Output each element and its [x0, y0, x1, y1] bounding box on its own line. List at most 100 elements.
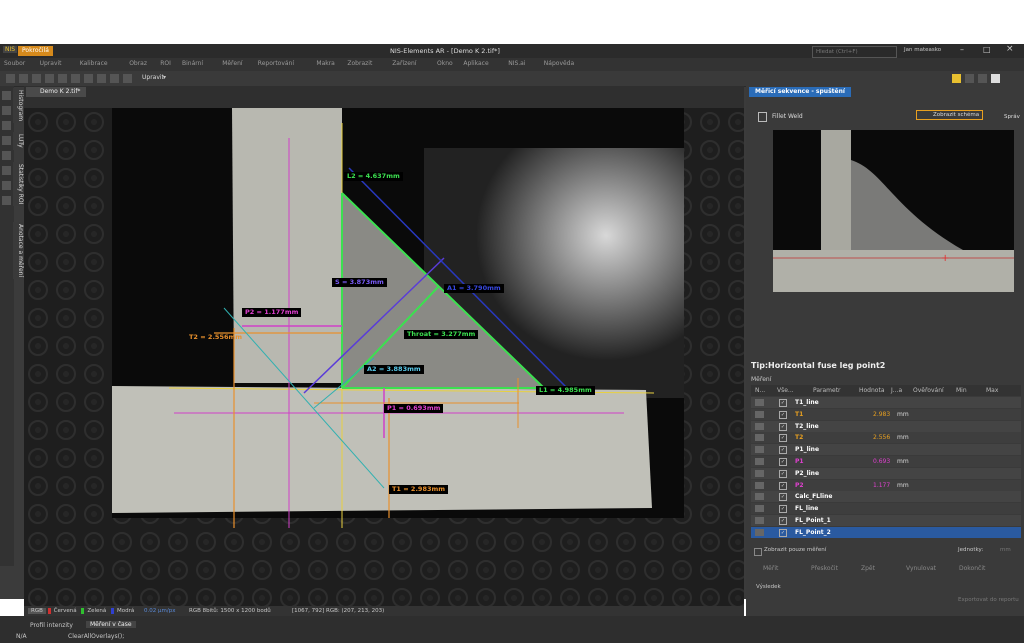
col-param[interactable]: Parametr	[813, 385, 841, 396]
table-row[interactable]: ✓ T1 2.983 mm	[751, 408, 1021, 420]
image-canvas[interactable]: L2 = 4.637mm S = 3.873mm A1 = 3.790mm P2…	[24, 108, 744, 606]
col-n[interactable]: N...	[755, 385, 765, 396]
tab-histogram[interactable]: Histogram	[13, 88, 24, 124]
menu-item[interactable]: Makra	[316, 60, 334, 67]
profile-dropdown[interactable]: Fillet Weld	[772, 113, 803, 120]
manage-button[interactable]: Správ	[1004, 114, 1020, 120]
tab-intensity-profile[interactable]: Profil intenzity	[30, 622, 73, 629]
search-input[interactable]: Hledat (Ctrl+F)	[812, 46, 897, 58]
menu-item[interactable]: Reportování	[258, 60, 294, 67]
measure-label-p1: P1 = 0.693mm	[384, 404, 444, 413]
col-value[interactable]: Hodnota	[859, 385, 885, 396]
reset-button[interactable]: Vynulovat	[906, 565, 936, 572]
image-status-bar: RGB Červená Zelená Modrá 0.02 µm/px RGB …	[24, 606, 744, 616]
skip-button[interactable]: Přeskočit	[811, 565, 838, 572]
tab-luts[interactable]: LUTy	[13, 132, 24, 150]
menu-item[interactable]: Binární	[182, 60, 203, 67]
row-value: 1.177	[873, 481, 891, 489]
minimize-icon[interactable]: –	[960, 45, 964, 54]
table-row[interactable]: ✓ P2_line	[751, 467, 1021, 479]
menu-item[interactable]: Aplikace	[463, 60, 488, 67]
col-max[interactable]: Max	[986, 385, 998, 396]
row-param: Calc_FLline	[795, 493, 833, 501]
table-row[interactable]: ✓ FL_Point_2	[751, 526, 1021, 538]
row-checkbox[interactable]: ✓	[779, 446, 787, 455]
row-checkbox[interactable]: ✓	[779, 517, 787, 525]
row-checkbox[interactable]: ✓	[779, 505, 787, 514]
svg-text:+: +	[941, 253, 949, 264]
title-bar: NIS Pokročilá NIS-Elements AR - [Demo K …	[0, 44, 1024, 58]
table-row[interactable]: ✓ FL_Point_1	[751, 515, 1021, 526]
show-schema-button[interactable]: Zobrazit schéma	[916, 110, 984, 120]
weld-image[interactable]	[24, 108, 744, 606]
toolbar-right-icons[interactable]	[950, 74, 1002, 83]
row-checkbox[interactable]: ✓	[779, 493, 787, 502]
measure-button[interactable]: Měřit	[763, 565, 778, 572]
only-measure-label: Zobrazit pouze měření	[764, 547, 827, 553]
channel-tabs[interactable]: RGB Červená Zelená Modrá	[28, 606, 138, 616]
menu-item[interactable]: Upravit	[40, 60, 62, 67]
row-checkbox[interactable]: ✓	[779, 422, 787, 431]
row-checkbox[interactable]: ✓	[779, 399, 787, 407]
measurement-sequence-panel: Měřicí sekvence - spuštění Fillet Weld Z…	[746, 86, 1024, 616]
menu-item[interactable]: Zobrazit	[347, 60, 372, 67]
document-tab[interactable]: Demo K 2.tif*	[26, 87, 87, 97]
table-row[interactable]: ✓ P1_line	[751, 444, 1021, 456]
menu-item[interactable]: NIS.ai	[508, 60, 525, 67]
row-checkbox[interactable]: ✓	[779, 434, 787, 443]
channel-blue[interactable]: Modrá	[111, 608, 138, 614]
tab-roi-stats[interactable]: Statistiky ROI	[13, 162, 24, 207]
export-report-button[interactable]: Exportovat do reportu	[958, 597, 1019, 603]
tab-measurement-sequence[interactable]: Měřicí sekvence - spuštění	[749, 87, 851, 97]
menu-item[interactable]: Obraz	[129, 60, 147, 67]
edit-dropdown[interactable]: Upravit	[142, 74, 164, 81]
row-checkbox[interactable]: ✓	[779, 528, 787, 537]
row-type-icon	[755, 410, 764, 418]
measure-label-a1: A1 = 3.790mm	[444, 284, 504, 293]
finish-button[interactable]: Dokončit	[959, 565, 985, 572]
measure-label-p2: P2 = 1.177mm	[242, 308, 302, 317]
schema-preview: +	[773, 130, 1014, 292]
channel-red[interactable]: Červená	[47, 608, 80, 614]
toolbar-icons[interactable]	[4, 74, 134, 83]
col-unit[interactable]: J...a	[891, 385, 902, 396]
col-all[interactable]: Vše...	[777, 385, 794, 396]
channel-green[interactable]: Zelená	[81, 608, 110, 614]
table-row[interactable]: ✓ P1 0.693 mm	[751, 456, 1021, 467]
left-tools[interactable]	[2, 88, 12, 208]
menu-item[interactable]: Kalibrace	[80, 60, 108, 67]
row-checkbox[interactable]: ✓	[779, 410, 787, 419]
col-verify[interactable]: Ověřování	[913, 385, 944, 396]
table-row[interactable]: ✓ T2 2.556 mm	[751, 432, 1021, 444]
action-bar: Měřit Přeskočit Zpět Vynulovat Dokončit	[751, 562, 1021, 576]
tab-annotations[interactable]: Anotace a měření	[13, 222, 24, 280]
col-min[interactable]: Min	[956, 385, 967, 396]
channel-rgb[interactable]: RGB	[28, 608, 46, 614]
menu-item[interactable]: Nápověda	[544, 60, 574, 67]
menu-item[interactable]: Soubor	[4, 60, 25, 67]
menu-item[interactable]: ROI	[160, 60, 171, 67]
row-checkbox[interactable]: ✓	[779, 458, 787, 466]
table-row[interactable]: ✓ P2 1.177 mm	[751, 479, 1021, 491]
table-row[interactable]: ✓ FL_line	[751, 503, 1021, 515]
table-row[interactable]: ✓ T2_line	[751, 420, 1021, 432]
back-button[interactable]: Zpět	[861, 565, 875, 572]
menu-item[interactable]: Okno	[437, 60, 453, 67]
app-logo: NIS	[3, 46, 18, 53]
menu-bar: Soubor Upravit Kalibrace Obraz ROI Binární Měř…	[0, 58, 1024, 71]
mode-button[interactable]: Pokročilá	[18, 46, 53, 56]
menu-item[interactable]: Měření	[222, 60, 242, 67]
only-measure-checkbox[interactable]	[754, 548, 762, 556]
row-checkbox[interactable]: ✓	[779, 469, 787, 478]
menu-item[interactable]: Zařízení	[392, 60, 416, 67]
units-select[interactable]: mm	[1000, 547, 1011, 553]
maximize-icon[interactable]: □	[983, 45, 991, 54]
command-input[interactable]: ClearAllOverlays();	[68, 633, 124, 640]
table-row[interactable]: ✓ Calc_FLline	[751, 491, 1021, 503]
table-row[interactable]: ✓ T1_line	[751, 397, 1021, 408]
row-type-icon	[755, 481, 764, 489]
tab-measure-time[interactable]: Měření v čase	[86, 621, 136, 628]
row-param: FL_Point_2	[795, 528, 831, 536]
close-icon[interactable]: ×	[1006, 44, 1014, 54]
row-checkbox[interactable]: ✓	[779, 481, 787, 490]
